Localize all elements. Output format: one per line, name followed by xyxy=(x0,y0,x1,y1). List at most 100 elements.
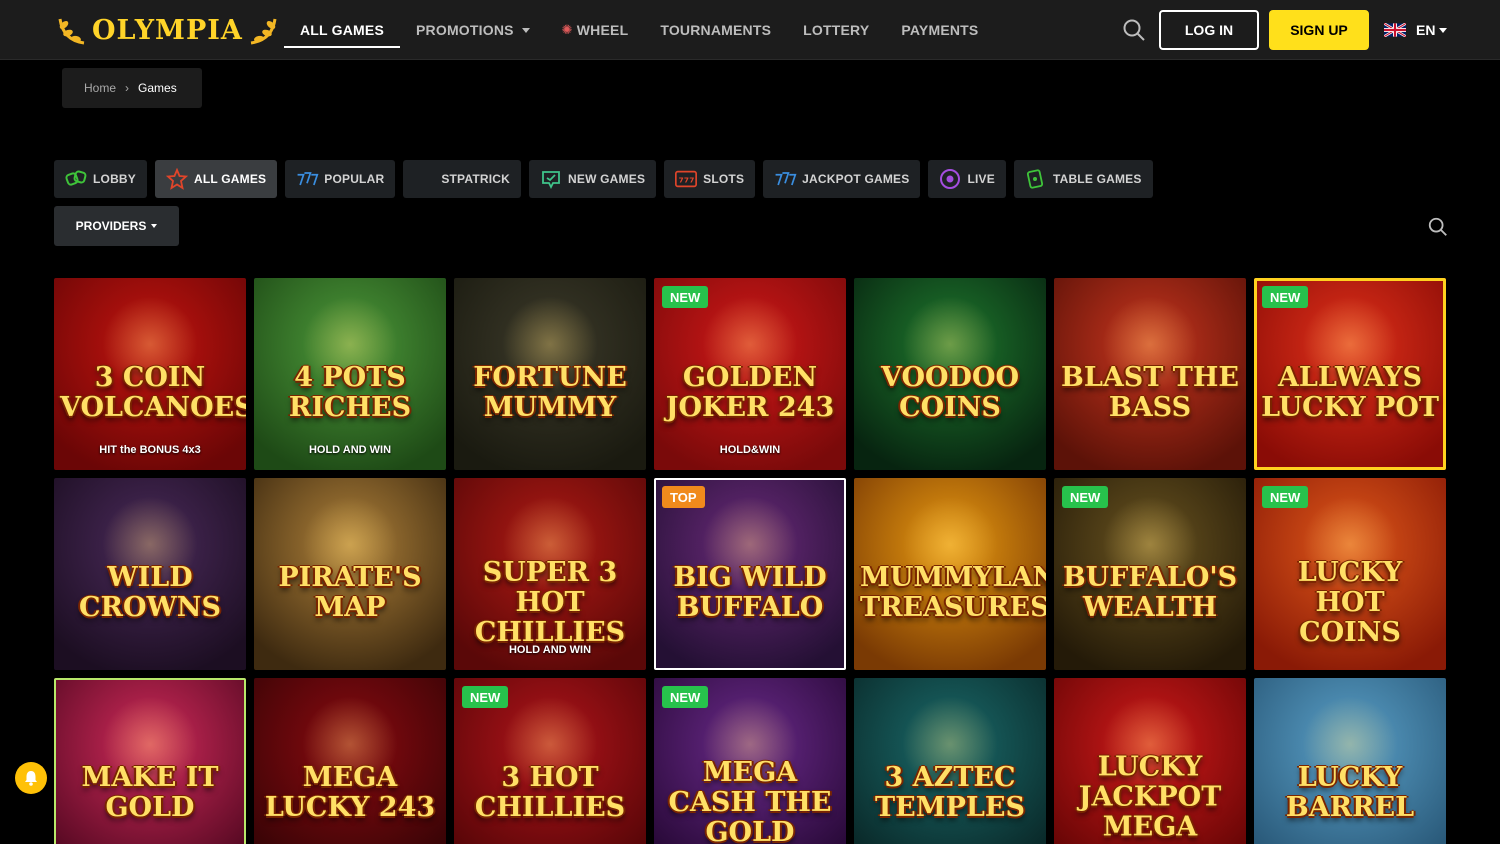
logo-text: OLYMPIA xyxy=(92,14,243,46)
tab-lobby[interactable]: LOBBY xyxy=(54,160,147,198)
signup-button[interactable]: SIGN UP xyxy=(1269,10,1369,50)
login-button[interactable]: LOG IN xyxy=(1159,10,1259,50)
main-nav: ALL GAMES PROMOTIONS ✺ WHEEL TOURNAMENTS … xyxy=(284,0,994,60)
tab-label: ALL GAMES xyxy=(194,172,267,186)
game-title: VOODOO COINS xyxy=(881,362,1019,424)
nav-label: PROMOTIONS xyxy=(416,22,514,38)
game-card[interactable]: 3 HOT CHILLIES NEW xyxy=(454,678,646,844)
olympia-logo[interactable]: OLYMPIA xyxy=(56,10,279,50)
game-card[interactable]: BLAST THE BASS xyxy=(1054,278,1246,470)
tab-label: POPULAR xyxy=(324,172,385,186)
slots-icon: 777 xyxy=(674,168,698,190)
game-title: 3 COIN VOLCANOES xyxy=(60,362,246,424)
tab-jackpot-games[interactable]: JACKPOT GAMES xyxy=(763,160,921,198)
game-card[interactable]: SUPER 3 HOT CHILLIES HOLD AND WIN xyxy=(454,478,646,670)
nav-label: PAYMENTS xyxy=(901,22,979,38)
nav-tournaments[interactable]: TOURNAMENTS xyxy=(644,0,787,60)
game-card[interactable]: BIG WILD BUFFALO TOP xyxy=(654,478,846,670)
tab-label: NEW GAMES xyxy=(568,172,646,186)
game-title: MAKE IT GOLD xyxy=(81,762,219,824)
laurel-left-icon xyxy=(58,18,85,45)
game-card[interactable]: FORTUNE MUMMY xyxy=(454,278,646,470)
game-subtitle: HOLD AND WIN xyxy=(508,644,592,656)
game-card[interactable]: MUMMYLAND TREASURES xyxy=(854,478,1046,670)
game-card[interactable]: GOLDEN JOKER 243 HOLD&WIN NEW xyxy=(654,278,846,470)
nav-label: WHEEL xyxy=(576,22,629,38)
nav-label: TOURNAMENTS xyxy=(660,22,772,38)
tab-slots[interactable]: 777 SLOTS xyxy=(664,160,756,198)
lobby-icon xyxy=(64,168,88,190)
game-search-icon[interactable] xyxy=(1427,216,1449,238)
game-card[interactable]: VOODOO COINS xyxy=(854,278,1046,470)
game-title: LUCKY JACKPOT MEGA LUCKY xyxy=(1078,751,1222,844)
game-title: LUCKY HOT COINS xyxy=(1297,556,1403,648)
breadcrumb-home[interactable]: Home xyxy=(84,81,116,95)
language-code: EN xyxy=(1416,22,1436,38)
game-title: 3 AZTEC TEMPLES xyxy=(875,762,1025,824)
wheel-icon: ✺ xyxy=(561,22,573,37)
game-card[interactable]: MEGA CASH THE GOLD NEW xyxy=(654,678,846,844)
tab-label: SLOTS xyxy=(703,172,745,186)
notification-bell-icon[interactable] xyxy=(15,762,47,794)
tab-live[interactable]: LIVE xyxy=(928,160,1006,198)
game-title: 4 POTS RICHES xyxy=(288,362,412,424)
game-card[interactable]: BUFFALO'S WEALTH NEW xyxy=(1054,478,1246,670)
game-title: BUFFALO'S WEALTH xyxy=(1062,562,1238,624)
top-header: OLYMPIA ALL GAMES PROMOTIONS ✺ WHEEL TOUR… xyxy=(0,0,1500,60)
tab-new-games[interactable]: NEW GAMES xyxy=(529,160,657,198)
game-card[interactable]: Mega Lucky 243MEGA JACKPOT · MINI JACKPO… xyxy=(254,678,446,844)
tab-popular[interactable]: POPULAR xyxy=(285,160,396,198)
language-selector[interactable]: EN xyxy=(1384,20,1448,40)
chevron-right-icon: › xyxy=(125,81,130,95)
game-card[interactable]: 3 AZTEC TEMPLES xyxy=(854,678,1046,844)
game-card[interactable]: 3 COIN VOLCANOES HIT the BONUS 4x3 xyxy=(54,278,246,470)
breadcrumb: Home › Games xyxy=(62,68,202,108)
laurel-right-icon xyxy=(250,18,277,45)
game-grid: 3 COIN VOLCANOES HIT the BONUS 4x3 4 POTS … xyxy=(54,278,1446,844)
tab-label: LIVE xyxy=(967,172,995,186)
tab-stpatrick[interactable]: STPATRICK xyxy=(403,160,522,198)
game-card[interactable]: 4 POTS RICHES HOLD AND WIN xyxy=(254,278,446,470)
nav-lottery[interactable]: LOTTERY xyxy=(787,0,885,60)
game-title: 3 HOT CHILLIES xyxy=(474,762,626,824)
chevron-down-icon xyxy=(1439,27,1448,33)
tab-all-games[interactable]: ALL GAMES xyxy=(155,160,278,198)
popular-icon xyxy=(295,168,319,190)
game-title: BIG WILD BUFFALO xyxy=(673,562,827,624)
game-card[interactable]: LUCKY JACKPOT MEGA LUCKY xyxy=(1054,678,1246,844)
new-badge: NEW xyxy=(662,686,709,708)
providers-dropdown[interactable]: PROVIDERS xyxy=(54,206,179,246)
nav-promotions[interactable]: PROMOTIONS xyxy=(400,0,546,60)
game-title: MEGA CASH THE GOLD xyxy=(668,756,832,844)
tab-label: LOBBY xyxy=(93,172,136,186)
game-title: BLAST THE BASS xyxy=(1061,362,1239,424)
breadcrumb-current: Games xyxy=(138,81,177,95)
game-subtitle: HOLD&WIN xyxy=(719,444,781,456)
game-card[interactable]: ALLWAYS Lucky Pot NEW xyxy=(1254,278,1446,470)
game-title: FORTUNE MUMMY xyxy=(473,362,627,424)
game-title: GOLDEN JOKER 243 xyxy=(665,362,835,424)
game-title: PIRATE'S MAP xyxy=(278,562,422,624)
nav-all-games[interactable]: ALL GAMES xyxy=(284,0,400,60)
nav-wheel[interactable]: ✺ WHEEL xyxy=(546,0,645,60)
new-badge: NEW xyxy=(462,686,509,708)
game-card[interactable]: PIRATE'S MAP xyxy=(254,478,446,670)
tab-label: TABLE GAMES xyxy=(1052,172,1142,186)
search-icon[interactable] xyxy=(1122,18,1146,42)
game-title: SUPER 3 HOT CHILLIES xyxy=(474,556,626,648)
tab-table-games[interactable]: TABLE GAMES xyxy=(1013,160,1153,198)
nav-label: LOTTERY xyxy=(803,22,870,38)
game-title: MUMMYLAND TREASURES xyxy=(860,562,1046,624)
nav-payments[interactable]: PAYMENTS xyxy=(885,0,994,60)
nav-label: ALL GAMES xyxy=(300,22,384,38)
game-card[interactable]: LUCKY HOT COINS NEW xyxy=(1254,478,1446,670)
game-title: ALLWAYS Lucky Pot xyxy=(1261,362,1439,424)
jackpot-icon xyxy=(773,168,797,190)
game-card[interactable]: LUCKY BARREL xyxy=(1254,678,1446,844)
top-badge: TOP xyxy=(662,486,705,508)
game-card[interactable]: MAKE IT GOLD xyxy=(54,678,246,844)
new-badge: NEW xyxy=(1262,286,1309,308)
game-card[interactable]: WILD CROWNS xyxy=(54,478,246,670)
table-games-icon xyxy=(1024,168,1048,190)
new-badge: NEW xyxy=(1062,486,1109,508)
